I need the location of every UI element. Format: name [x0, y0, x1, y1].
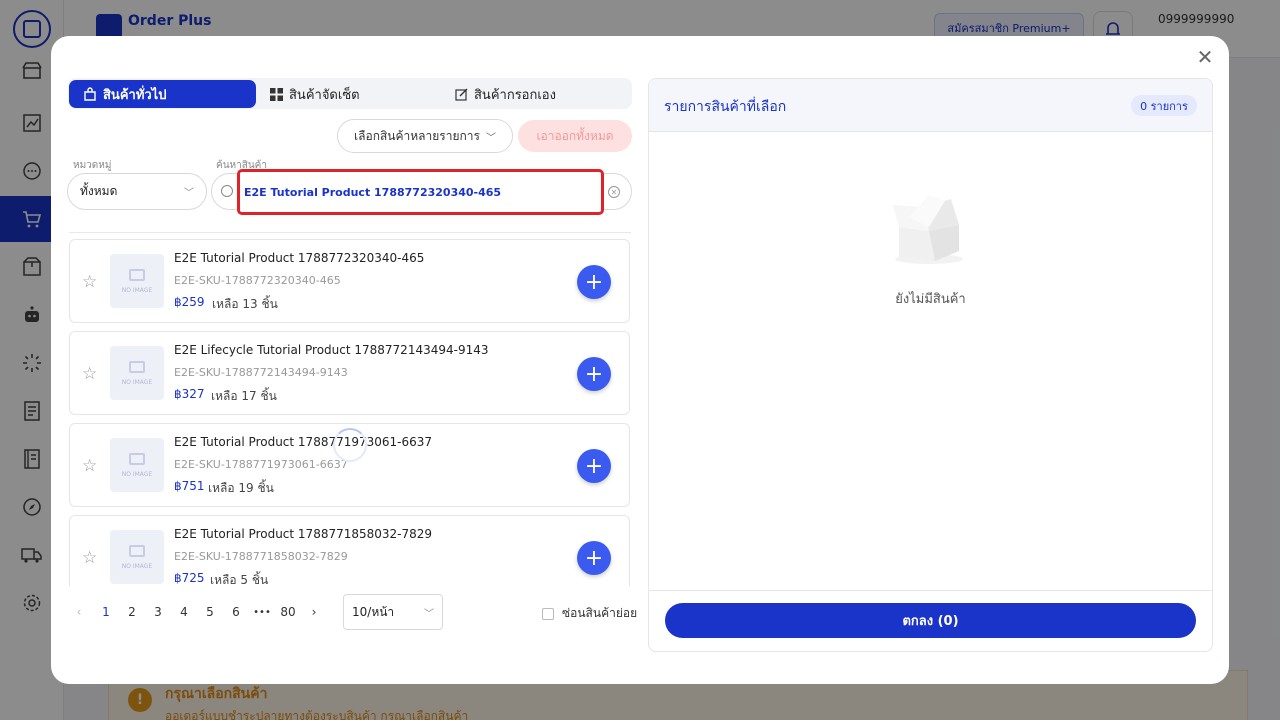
product-list: ☆ NO IMAGE E2E Tutorial Product 17887723…	[68, 236, 632, 586]
divider	[69, 232, 631, 233]
chevron-down-icon: ﹀	[485, 132, 496, 144]
empty-box-icon	[893, 195, 963, 264]
page-6[interactable]: 6	[226, 602, 246, 622]
edit-icon	[455, 88, 468, 101]
product-image: NO IMAGE	[110, 438, 164, 492]
hide-subproducts-label: ซ่อนสินค้าย่อย	[562, 606, 638, 620]
page-size-select[interactable]: 10/หน้า ﹀	[343, 594, 443, 630]
no-image-label: NO IMAGE	[121, 562, 153, 570]
add-product-button[interactable]: +	[577, 449, 611, 483]
page-80[interactable]: 80	[278, 602, 298, 622]
star-icon[interactable]: ☆	[82, 364, 97, 384]
selected-items-title: รายการสินค้าที่เลือก	[664, 99, 787, 115]
page-2[interactable]: 2	[122, 602, 142, 622]
product-sku: E2E-SKU-1788771858032-7829	[174, 550, 348, 563]
search-icon	[221, 185, 233, 197]
product-image: NO IMAGE	[110, 254, 164, 308]
tab-manual-products[interactable]: สินค้ากรอกเอง	[441, 80, 629, 108]
checkbox[interactable]	[542, 607, 554, 620]
product-image: NO IMAGE	[110, 346, 164, 400]
tab-label: สินค้าทั่วไป	[103, 87, 167, 103]
star-icon[interactable]: ☆	[82, 548, 97, 568]
product-price: ฿725	[174, 571, 205, 585]
page-4[interactable]: 4	[174, 602, 194, 622]
product-name: E2E Lifecycle Tutorial Product 178877214…	[174, 343, 489, 357]
product-stock: เหลือ 17 ชิ้น	[211, 389, 277, 403]
product-row[interactable]: ☆ NO IMAGE E2E Tutorial Product 17887718…	[69, 515, 630, 586]
product-price: ฿751	[174, 479, 205, 493]
product-stock: เหลือ 19 ชิ้น	[208, 481, 274, 495]
product-price: ฿259	[174, 295, 205, 309]
image-placeholder-icon	[129, 452, 145, 465]
image-placeholder-icon	[129, 360, 145, 373]
add-product-button[interactable]: +	[577, 541, 611, 575]
page-size-value: 10/หน้า	[352, 604, 395, 619]
star-icon[interactable]: ☆	[82, 272, 97, 292]
chevron-down-icon: ﹀	[424, 608, 434, 620]
multi-select-label: เลือกสินค้าหลายรายการ	[354, 128, 480, 143]
product-stock: เหลือ 5 ชิ้น	[210, 573, 269, 586]
prev-page-icon[interactable]: ‹	[69, 602, 89, 622]
page-ellipsis[interactable]: •••	[252, 602, 272, 622]
grid-icon	[270, 87, 283, 101]
next-page-icon[interactable]: ›	[304, 602, 324, 622]
category-label: หมวดหมู่	[73, 160, 112, 171]
product-name: E2E Tutorial Product 1788771973061-6637	[174, 435, 433, 449]
empty-message: ยังไม่มีสินค้า	[895, 292, 966, 307]
remove-all-button[interactable]: เอาออกทั้งหมด	[518, 120, 632, 152]
footer-divider	[649, 590, 1212, 591]
product-stock: เหลือ 13 ชิ้น	[212, 297, 278, 311]
page-1[interactable]: 1	[96, 602, 116, 622]
category-select[interactable]: ทั้งหมด ﹀	[67, 173, 207, 210]
chevron-down-icon: ﹀	[184, 188, 194, 199]
page-3[interactable]: 3	[148, 602, 168, 622]
category-value: ทั้งหมด	[80, 184, 118, 198]
search-input[interactable]	[237, 169, 604, 215]
multi-select-button[interactable]: เลือกสินค้าหลายรายการ ﹀	[337, 119, 513, 153]
product-image: NO IMAGE	[110, 530, 164, 584]
tab-label: สินค้าจัดเซ็ต	[289, 87, 360, 103]
tab-label: สินค้ากรอกเอง	[474, 87, 556, 103]
star-icon[interactable]: ☆	[82, 456, 97, 476]
tab-general-products[interactable]: สินค้าทั่วไป	[69, 80, 256, 108]
product-price: ฿327	[174, 387, 205, 401]
no-image-label: NO IMAGE	[121, 378, 153, 386]
clear-icon[interactable]: ✕	[608, 186, 620, 198]
product-row[interactable]: ☆ NO IMAGE E2E Lifecycle Tutorial Produc…	[69, 331, 630, 415]
product-sku: E2E-SKU-1788772320340-465	[174, 274, 341, 287]
product-sku: E2E-SKU-1788771973061-6637	[174, 458, 348, 471]
image-placeholder-icon	[129, 268, 145, 281]
product-name: E2E Tutorial Product 1788772320340-465	[174, 251, 425, 265]
page-5[interactable]: 5	[200, 602, 220, 622]
no-image-label: NO IMAGE	[121, 286, 153, 294]
no-image-label: NO IMAGE	[121, 470, 153, 478]
product-sku: E2E-SKU-1788772143494-9143	[174, 366, 348, 379]
selected-items-panel: รายการสินค้าที่เลือก 0 รายการ ยังไม่มีสิ…	[648, 78, 1213, 652]
close-icon[interactable]: ✕	[1192, 45, 1218, 69]
add-product-button[interactable]: +	[577, 265, 611, 299]
loading-spinner	[333, 428, 367, 462]
hide-subproducts-checkbox[interactable]: ซ่อนสินค้าย่อย	[542, 604, 637, 623]
selected-count-badge: 0 รายการ	[1131, 95, 1197, 116]
product-row[interactable]: ☆ NO IMAGE E2E Tutorial Product 17887723…	[69, 239, 630, 323]
add-product-button[interactable]: +	[577, 357, 611, 391]
tab-bundle-products[interactable]: สินค้าจัดเซ็ต	[256, 80, 444, 108]
shopping-bag-icon	[84, 87, 96, 101]
confirm-button[interactable]: ตกลง (0)	[665, 603, 1196, 638]
image-placeholder-icon	[129, 544, 145, 557]
product-name: E2E Tutorial Product 1788771858032-7829	[174, 527, 433, 541]
